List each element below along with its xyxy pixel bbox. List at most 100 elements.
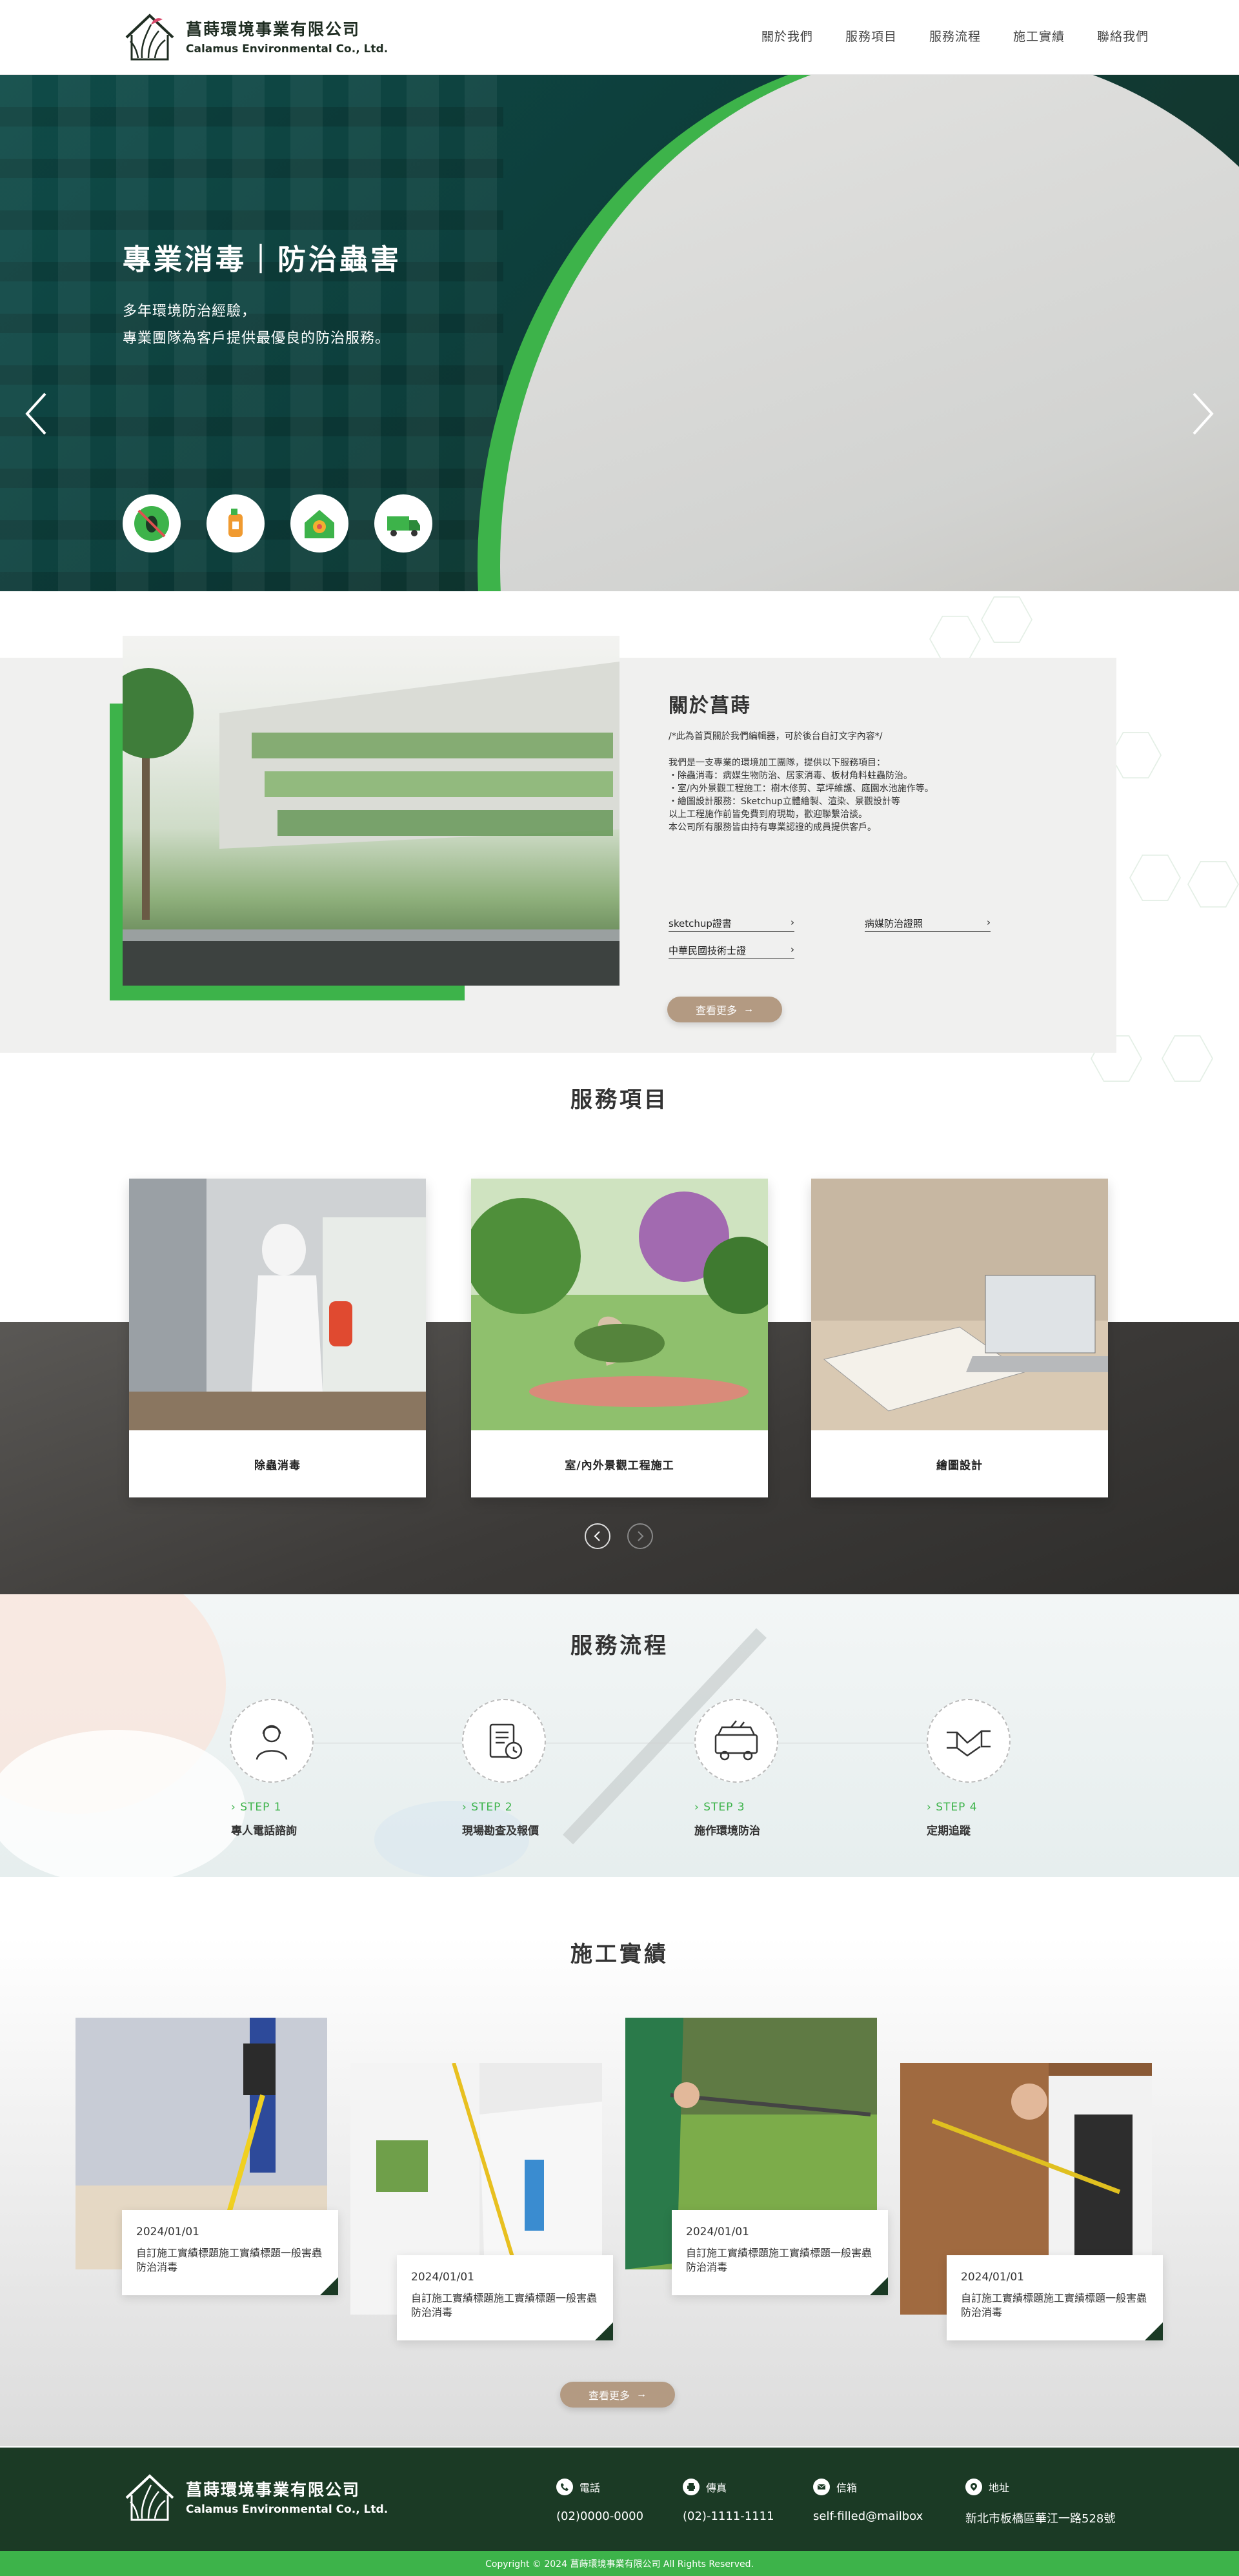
service-image-disinfection [129, 1179, 426, 1430]
step-number: STEP 2 [471, 1801, 513, 1814]
nav-contact[interactable]: 聯絡我們 [1097, 27, 1149, 45]
work-title: 自訂施工實績標題施工實績標題一般害蟲防治消毒 [961, 2292, 1147, 2318]
nav-services[interactable]: 服務項目 [845, 27, 897, 45]
about-line: ・繪圖設計服務：Sketchup立體繪製、渲染、景觀設計等 [669, 796, 900, 807]
process-step-4-label: › STEP 4 [927, 1801, 978, 1814]
work-info: 2024/01/01 自訂施工實績標題施工實績標題一般害蟲防治消毒 [397, 2255, 613, 2340]
process-step-2-circle [462, 1699, 546, 1783]
more-label: 查看更多 [695, 1006, 737, 1017]
footer-fax: 傳真 (02)-1111-1111 [683, 2479, 774, 2523]
chevron-right-icon [1193, 392, 1214, 435]
about-line: 我們是一支專業的環境加工團隊，提供以下服務項目： [669, 758, 885, 768]
about-note: /*此為首頁關於我們編輯器，可於後台自訂文字內容*/ [669, 731, 883, 742]
work-info: 2024/01/01 自訂施工實績標題施工實績標題一般害蟲防治消毒 [122, 2210, 338, 2295]
no-bug-icon[interactable] [123, 494, 181, 553]
sprayer-icon[interactable] [206, 494, 265, 553]
work-date: 2024/01/01 [136, 2226, 199, 2238]
phone-icon [556, 2479, 573, 2495]
site-footer: 菖蒔環境事業有限公司 Calamus Environmental Co., Lt… [0, 2448, 1239, 2551]
footer-brand-cn: 菖蒔環境事業有限公司 [186, 2480, 361, 2499]
services-prev-button[interactable] [585, 1523, 610, 1549]
mail-icon [813, 2479, 830, 2495]
footer-brand-en: Calamus Environmental Co., Ltd. [186, 2503, 388, 2516]
footer-fax-label: 傳真 [706, 2482, 727, 2494]
footer-phone-label: 電話 [579, 2482, 601, 2494]
work-title: 自訂施工實績標題施工實績標題一般害蟲防治消毒 [686, 2247, 872, 2273]
service-card[interactable]: 除蟲消毒 [129, 1179, 426, 1497]
hero-next-button[interactable] [1190, 391, 1216, 436]
services-next-button[interactable] [627, 1523, 653, 1549]
corner-accent [320, 2277, 338, 2295]
process-step-3-label: › STEP 3 [694, 1801, 745, 1814]
cert-label: 病媒防治證照 [865, 918, 923, 929]
about-body: 我們是一支專業的環境加工團隊，提供以下服務項目： ・除蟲消毒：病媒生物防治、居家… [669, 756, 1030, 834]
work-info: 2024/01/01 自訂施工實績標題施工實績標題一般害蟲防治消毒 [947, 2255, 1163, 2340]
chevron-left-icon [594, 1531, 600, 1541]
process-step-3-circle [694, 1699, 778, 1783]
cert-label: sketchup證書 [669, 918, 732, 929]
cert-label: 中華民國技術士證 [669, 945, 747, 957]
arrow-right-icon: → [743, 1004, 754, 1015]
services-title: 服務項目 [570, 1087, 669, 1113]
cert-link-pest[interactable]: 病媒防治證照 › [865, 917, 991, 932]
work-date: 2024/01/01 [686, 2226, 749, 2238]
hero-service-icons [123, 494, 432, 553]
copyright-bar: Copyright © 2024 菖蒔環境事業有限公司 All Rights R… [0, 2551, 1239, 2576]
nav-about[interactable]: 關於我們 [761, 27, 813, 45]
hero-title: 專業消毒｜防治蟲害 [123, 243, 401, 276]
work-title: 自訂施工實績標題施工實績標題一般害蟲防治消毒 [411, 2292, 598, 2318]
process-step-4-name: 定期追蹤 [927, 1825, 971, 1838]
step-number: STEP 3 [703, 1801, 745, 1814]
service-card[interactable]: 繪圖設計 [811, 1179, 1108, 1497]
hero-prev-button[interactable] [23, 391, 49, 436]
nav-works[interactable]: 施工實績 [1013, 27, 1065, 45]
about-line: ・除蟲消毒：病媒生物防治、居家消毒、板材角料蛀蟲防治。 [669, 771, 912, 781]
chevron-right-icon: › [987, 917, 991, 928]
brand-name-en: Calamus Environmental Co., Ltd. [186, 43, 388, 56]
footer-address: 地址 新北市板橋區華江一路528號 [965, 2479, 1115, 2526]
house-shield-icon[interactable] [290, 494, 348, 553]
service-label: 繪圖設計 [936, 1459, 983, 1472]
location-icon [965, 2479, 982, 2495]
more-label: 查看更多 [588, 2391, 630, 2402]
step-number: STEP 1 [240, 1801, 282, 1814]
about-line: 以上工程施作前皆免費到府現勘，歡迎聯繫洽談。 [669, 809, 867, 820]
logo-house-icon [125, 2474, 174, 2521]
process-step-1-name: 專人電話諮詢 [231, 1825, 297, 1838]
service-label: 室/內外景觀工程施工 [565, 1459, 674, 1472]
process-title: 服務流程 [570, 1633, 669, 1659]
corner-accent [1145, 2322, 1163, 2340]
about-more-button[interactable]: 查看更多 → [667, 997, 782, 1022]
cert-link-sketchup[interactable]: sketchup證書 › [669, 917, 794, 932]
process-step-4-circle [927, 1699, 1011, 1783]
cert-link-technician[interactable]: 中華民國技術士證 › [669, 944, 794, 959]
footer-mail-label: 信箱 [836, 2482, 858, 2494]
footer-address-label: 地址 [989, 2482, 1010, 2494]
nav-process[interactable]: 服務流程 [929, 27, 981, 45]
chevron-right-icon: › [791, 917, 794, 928]
brand-logo[interactable]: 菖蒔環境事業有限公司 Calamus Environmental Co., Lt… [123, 9, 388, 63]
chevron-right-icon: › [791, 944, 794, 955]
service-card[interactable]: 室/內外景觀工程施工 [471, 1179, 768, 1497]
truck-icon[interactable] [374, 494, 432, 553]
site-header: 菖蒔環境事業有限公司 Calamus Environmental Co., Lt… [0, 0, 1239, 75]
printer-icon [683, 2479, 700, 2495]
footer-fax-value: (02)-1111-1111 [683, 2510, 774, 2523]
process-step-2-name: 現場勘查及報價 [462, 1825, 539, 1838]
work-date: 2024/01/01 [411, 2271, 474, 2284]
works-more-button[interactable]: 查看更多 → [560, 2382, 675, 2408]
works-title: 施工實績 [570, 1942, 669, 1967]
service-label: 除蟲消毒 [254, 1459, 301, 1472]
about-title: 關於菖蒔 [669, 695, 751, 717]
service-image-drawing [811, 1179, 1108, 1430]
process-step-1-circle [230, 1699, 314, 1783]
hero-subtitle: 多年環境防治經驗， 專業團隊為客戶提供最優良的防治服務。 [123, 298, 390, 352]
service-image-landscape [471, 1179, 768, 1430]
hero-banner: 專業消毒｜防治蟲害 多年環境防治經驗， 專業團隊為客戶提供最優良的防治服務。 [0, 75, 1239, 591]
brand-name-cn: 菖蒔環境事業有限公司 [186, 20, 361, 39]
footer-mail-value[interactable]: self-filled@mailbox [813, 2510, 923, 2523]
footer-address-value: 新北市板橋區華江一路528號 [965, 2512, 1116, 2526]
arrow-right-icon: → [636, 2389, 647, 2400]
footer-logo[interactable]: 菖蒔環境事業有限公司 Calamus Environmental Co., Lt… [123, 2470, 388, 2524]
footer-phone-value[interactable]: (02)0000-0000 [556, 2510, 643, 2523]
